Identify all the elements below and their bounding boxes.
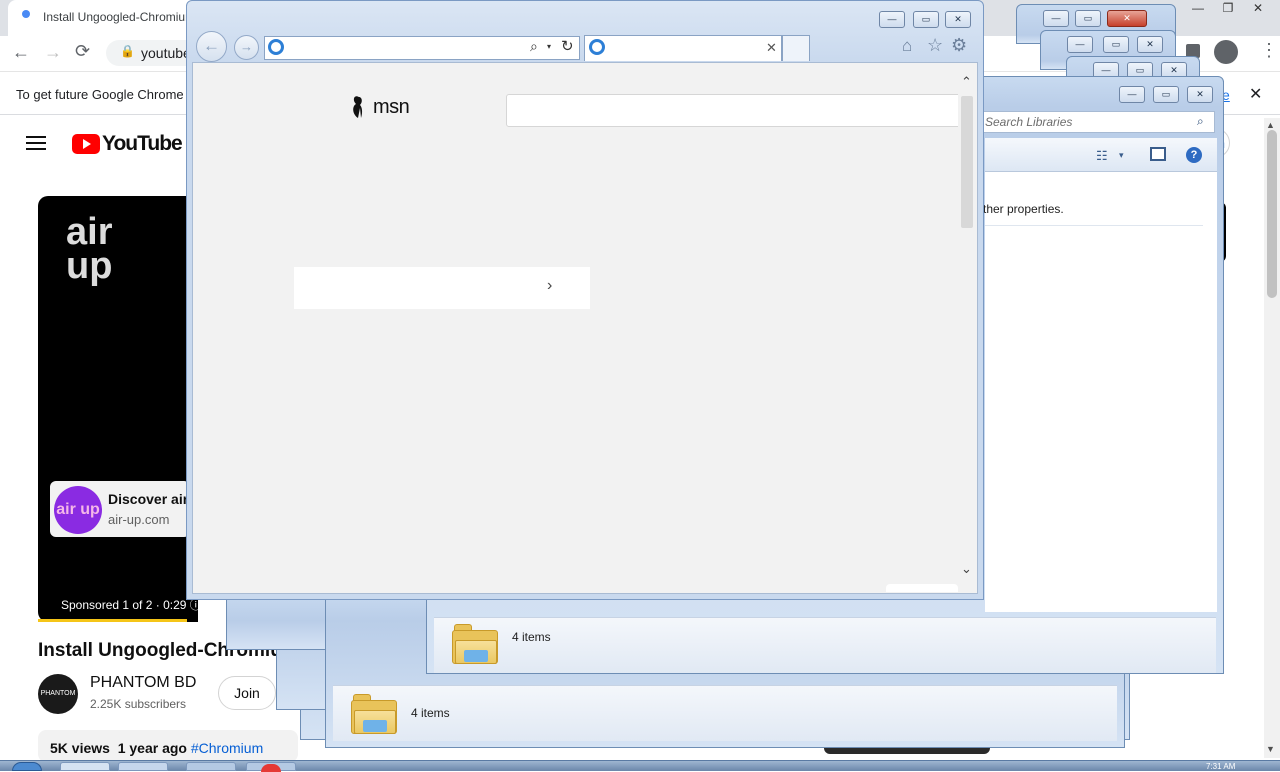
libraries-content	[985, 172, 1217, 612]
forward-arrow-icon[interactable]: →	[234, 35, 259, 60]
ie-tab[interactable]	[584, 35, 782, 61]
channel-avatar[interactable]: PHANTOM BD	[38, 674, 78, 737]
item-count: 4 items	[512, 630, 551, 644]
infobar-close-icon[interactable]: ✕	[1249, 84, 1262, 104]
taskbar-ie-button[interactable]	[60, 762, 110, 771]
youtube-wordmark[interactable]: YouTube	[102, 132, 183, 156]
ie-maximize-button[interactable]: ▭	[913, 11, 939, 28]
taskbar-clock[interactable]: 7:31 AM	[1206, 762, 1235, 771]
ad-title[interactable]: Discover air	[108, 491, 188, 507]
ie-minimize-button[interactable]: —	[879, 11, 905, 28]
ie-page-icon	[268, 39, 284, 55]
minimize-button[interactable]: —	[1119, 86, 1145, 103]
refresh-icon[interactable]: ↻	[561, 37, 574, 55]
ad-domain[interactable]: air-up.com	[108, 512, 169, 527]
ie-bottom-element	[886, 584, 958, 592]
content-card[interactable]	[294, 267, 590, 309]
channel-name[interactable]: PHANTOM BD	[90, 674, 196, 692]
libraries-folder-icon	[351, 694, 397, 734]
ad-progress-bar	[38, 619, 187, 622]
page-scrollbar-thumb[interactable]	[1267, 130, 1277, 298]
address-dropdown-icon[interactable]: ▾	[547, 42, 551, 51]
change-view-icon[interactable]: ☷	[1096, 148, 1108, 164]
back-arrow-icon[interactable]: ←	[12, 42, 30, 63]
chrome-close-button[interactable]: ✕	[1243, 1, 1273, 18]
subscriber-count: 2.25K subscribers	[90, 697, 187, 711]
close-button[interactable]: ✕	[1107, 10, 1147, 27]
youtube-logo-icon[interactable]	[72, 134, 100, 154]
minimize-button[interactable]: —	[1067, 36, 1093, 53]
hashtag-link[interactable]: #Chromium	[191, 740, 263, 756]
msn-search-input[interactable]	[506, 94, 962, 127]
back-arrow-icon[interactable]: ←	[196, 31, 227, 62]
search-icon[interactable]: ⌕	[530, 38, 538, 55]
join-button[interactable]: Join	[218, 676, 276, 710]
profile-avatar-icon[interactable]	[1214, 40, 1238, 64]
taskbar-chrome-button[interactable]	[246, 762, 296, 772]
sponsored-label: Sponsored 1 of 2 · 0:29 ⓘ	[61, 598, 202, 612]
start-orb-icon[interactable]	[12, 762, 42, 771]
chrome-maximize-button[interactable]: ❐	[1213, 1, 1243, 18]
chrome-tab-title: Install Ungoogled-Chromium	[43, 10, 196, 24]
forward-arrow-icon[interactable]: →	[44, 42, 62, 63]
chevron-right-icon[interactable]: ›	[547, 277, 552, 295]
help-icon[interactable]: ?	[1186, 147, 1202, 163]
close-button[interactable]: ✕	[1187, 86, 1213, 103]
ie-tab-icon	[589, 39, 605, 55]
chrome-minimize-button[interactable]: —	[1183, 1, 1213, 18]
scroll-up-arrow-icon[interactable]: ▲	[1266, 120, 1275, 130]
properties-text: ther properties.	[983, 202, 1064, 216]
taskbar-explorer-button[interactable]	[118, 762, 168, 771]
maximize-button[interactable]: ▭	[1153, 86, 1179, 103]
chrome-menu-icon[interactable]: ⋮	[1260, 40, 1278, 61]
reload-icon[interactable]: ⟳	[75, 41, 90, 62]
lock-icon: 🔒	[120, 44, 135, 58]
search-placeholder: Search Libraries	[985, 115, 1073, 129]
video-meta: 5K views 1 year ago #Chromium	[50, 740, 263, 756]
tab-close-icon[interactable]: ✕	[766, 40, 777, 56]
maximize-button[interactable]: ▭	[1103, 36, 1129, 53]
scroll-down-icon[interactable]: ⌄	[961, 561, 972, 577]
hamburger-menu-icon[interactable]	[26, 136, 46, 150]
upload-age: 1 year ago	[117, 740, 187, 756]
view-dropdown-icon[interactable]: ▾	[1119, 150, 1124, 161]
airup-ad-logo: air up	[66, 211, 113, 287]
msn-wordmark[interactable]: msn	[373, 96, 410, 119]
minimize-button[interactable]: —	[1043, 10, 1069, 27]
ie-close-button[interactable]: ✕	[945, 11, 971, 28]
search-icon[interactable]: ⌕	[1197, 114, 1204, 129]
libraries-folder-icon	[452, 624, 498, 664]
new-tab-button[interactable]	[782, 35, 810, 61]
scroll-up-icon[interactable]: ⌃	[961, 74, 972, 90]
chrome-tab[interactable]: Install Ungoogled-Chromium	[8, 0, 208, 36]
item-count: 4 items	[411, 706, 450, 720]
tools-gear-icon[interactable]: ⚙	[951, 35, 967, 56]
close-button[interactable]: ✕	[1137, 36, 1163, 53]
ie-page-content	[192, 62, 978, 594]
favorites-star-icon[interactable]: ☆	[927, 35, 943, 56]
scroll-down-arrow-icon[interactable]: ▼	[1266, 744, 1275, 754]
infobar-message: To get future Google Chrome	[16, 87, 184, 102]
divider	[985, 225, 1203, 226]
msn-butterfly-icon[interactable]	[350, 94, 370, 120]
ie-scrollbar-thumb[interactable]	[961, 96, 973, 228]
maximize-button[interactable]: ▭	[1075, 10, 1101, 27]
status-bar: 4 items	[333, 685, 1117, 741]
home-icon[interactable]: ⌂	[902, 36, 912, 56]
taskbar-media-button[interactable]	[186, 762, 236, 771]
advertiser-avatar[interactable]: air up	[54, 486, 102, 534]
view-count: 5K views	[50, 740, 110, 756]
status-bar: 4 items	[434, 617, 1216, 673]
tab-favicon-icon	[22, 10, 30, 18]
preview-pane-icon[interactable]	[1150, 147, 1166, 161]
